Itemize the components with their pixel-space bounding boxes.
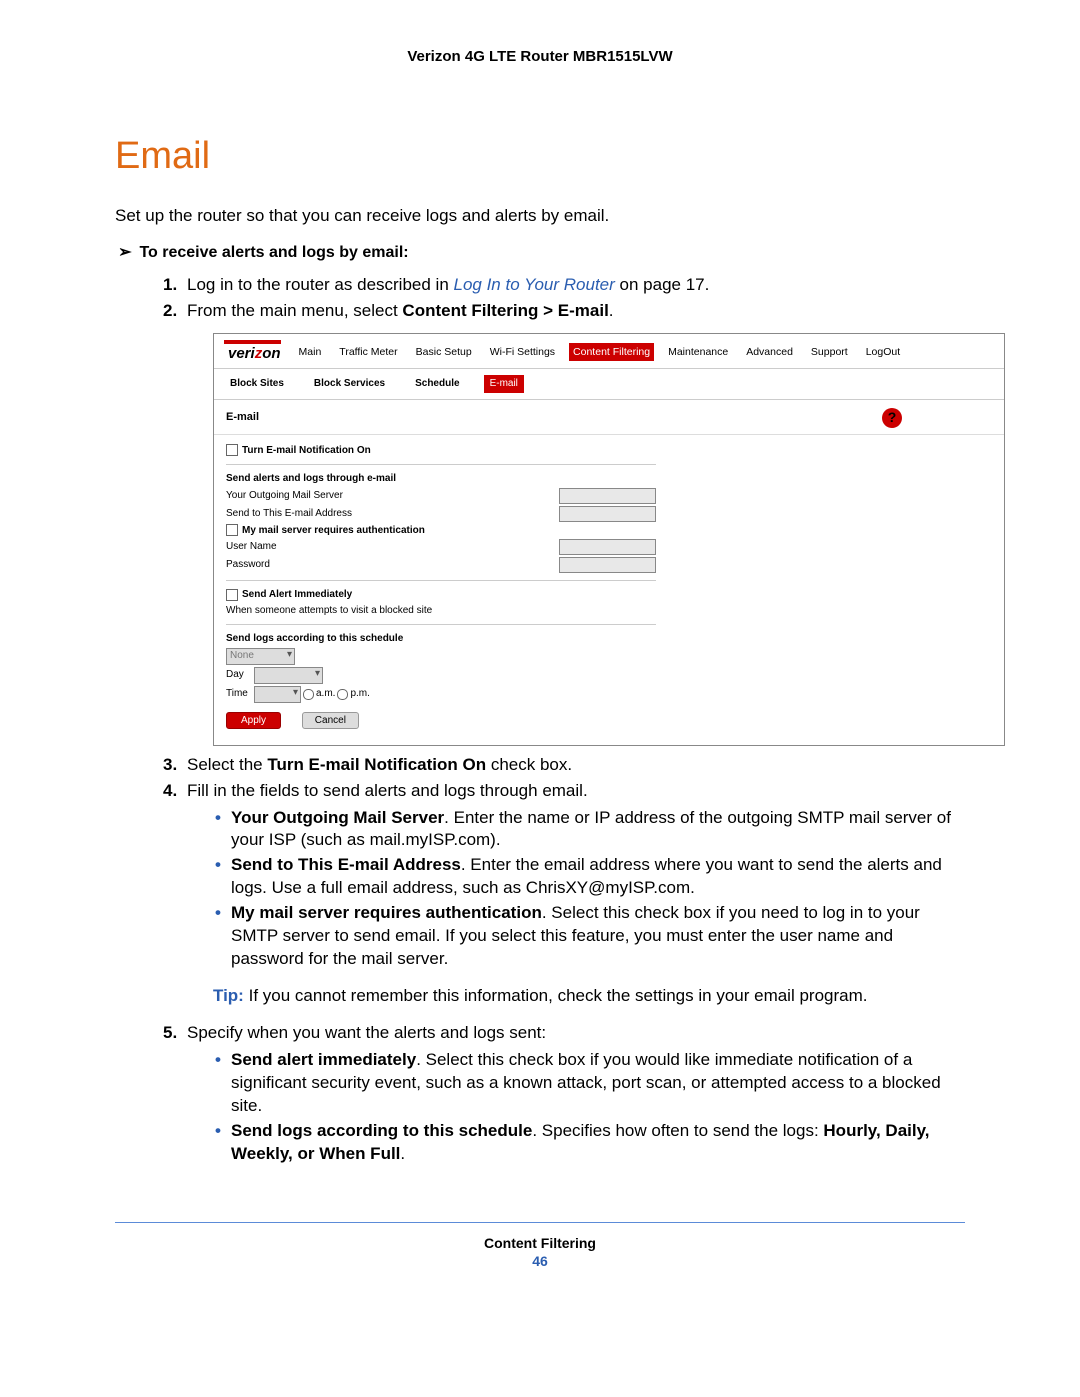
alert-desc: When someone attempts to visit a blocked…	[226, 604, 446, 618]
outgoing-server-label: Your Outgoing Mail Server	[226, 489, 446, 503]
footer-section: Content Filtering	[484, 1235, 596, 1251]
username-label: User Name	[226, 540, 446, 554]
nav-logout[interactable]: LogOut	[862, 343, 904, 361]
nav-wifi-settings[interactable]: Wi-Fi Settings	[486, 343, 559, 361]
intro-text: Set up the router so that you can receiv…	[115, 206, 965, 226]
am-radio[interactable]	[303, 689, 314, 700]
password-input[interactable]	[559, 557, 656, 573]
pm-label: p.m.	[350, 687, 369, 701]
step-4-text: Fill in the fields to send alerts and lo…	[187, 781, 588, 800]
nav-traffic-meter[interactable]: Traffic Meter	[335, 343, 401, 361]
outgoing-server-input[interactable]	[559, 488, 656, 504]
nav-maintenance[interactable]: Maintenance	[664, 343, 732, 361]
footer: Content Filtering 46	[115, 1222, 965, 1269]
page-title: Email	[115, 135, 965, 178]
send-to-input[interactable]	[559, 506, 656, 522]
time-label: Time	[226, 687, 254, 701]
send-to-label: Send to This E-mail Address	[226, 507, 446, 521]
bullet-alert-immediately: Send alert immediately. Select this chec…	[213, 1049, 965, 1118]
step-2: 2. From the main menu, select Content Fi…	[163, 300, 965, 746]
nav-basic-setup[interactable]: Basic Setup	[412, 343, 476, 361]
day-label: Day	[226, 668, 254, 682]
top-nav: Main Traffic Meter Basic Setup Wi-Fi Set…	[295, 343, 994, 361]
step-1-text-b: on page 17.	[615, 275, 710, 294]
nav-content-filtering[interactable]: Content Filtering	[569, 343, 654, 361]
auth-label: My mail server requires authentication	[242, 524, 462, 538]
nav-main[interactable]: Main	[295, 343, 326, 361]
task-heading-text: To receive alerts and logs by email:	[139, 244, 408, 261]
bullet-outgoing-server: Your Outgoing Mail Server. Enter the nam…	[213, 807, 965, 853]
nav-advanced[interactable]: Advanced	[742, 343, 797, 361]
subnav-block-sites[interactable]: Block Sites	[224, 375, 290, 393]
password-label: Password	[226, 558, 446, 572]
auth-checkbox[interactable]	[226, 524, 238, 536]
tip-label: Tip:	[213, 986, 244, 1005]
task-heading: ➢ To receive alerts and logs by email:	[115, 242, 965, 262]
turn-on-label: Turn E-mail Notification On	[242, 444, 462, 458]
turn-on-checkbox[interactable]	[226, 444, 238, 456]
step-5: 5. Specify when you want the alerts and …	[163, 1022, 965, 1166]
time-select[interactable]	[254, 686, 301, 703]
tip: Tip: If you cannot remember this informa…	[213, 985, 965, 1008]
step-1: 1. Log in to the router as described in …	[163, 274, 965, 297]
alert-immediately-checkbox[interactable]	[226, 589, 238, 601]
schedule-heading: Send logs according to this schedule	[226, 632, 446, 646]
step-2-menu-path: Content Filtering > E-mail	[402, 301, 608, 320]
step-3: 3. Select the Turn E-mail Notification O…	[163, 754, 965, 777]
sub-nav: Block Sites Block Services Schedule E-ma…	[214, 369, 1004, 400]
step-1-text-a: Log in to the router as described in	[187, 275, 454, 294]
router-screenshot: verizon Main Traffic Meter Basic Setup W…	[213, 333, 1005, 746]
panel-title: E-mail	[226, 410, 882, 425]
nav-support[interactable]: Support	[807, 343, 852, 361]
schedule-select[interactable]: None	[226, 648, 295, 665]
tip-text: If you cannot remember this information,…	[249, 986, 868, 1005]
am-label: a.m.	[316, 687, 335, 701]
step-2-text-a: From the main menu, select	[187, 301, 402, 320]
alert-immediately-label: Send Alert Immediately	[242, 588, 462, 602]
doc-header: Verizon 4G LTE Router MBR1515LVW	[115, 48, 965, 65]
subnav-schedule[interactable]: Schedule	[409, 375, 465, 393]
step-3-text-a: Select the	[187, 755, 267, 774]
bullet-send-to: Send to This E-mail Address. Enter the e…	[213, 854, 965, 900]
chevron-right-icon: ➢	[115, 242, 135, 262]
verizon-logo: verizon	[224, 340, 281, 364]
subnav-block-services[interactable]: Block Services	[308, 375, 391, 393]
step-3-option: Turn E-mail Notification On	[267, 755, 486, 774]
apply-button[interactable]: Apply	[226, 712, 281, 729]
bullet-auth: My mail server requires authentication. …	[213, 902, 965, 971]
cancel-button[interactable]: Cancel	[302, 712, 359, 729]
help-icon[interactable]: ?	[882, 408, 902, 428]
login-link[interactable]: Log In to Your Router	[454, 275, 615, 294]
pm-radio[interactable]	[337, 689, 348, 700]
subnav-email[interactable]: E-mail	[484, 375, 524, 393]
bullet-schedule: Send logs according to this schedule. Sp…	[213, 1120, 965, 1166]
page-number: 46	[115, 1253, 965, 1269]
step-4: 4. Fill in the fields to send alerts and…	[163, 780, 965, 1008]
day-select[interactable]	[254, 667, 323, 684]
step-2-text-b: .	[609, 301, 614, 320]
step-5-text: Specify when you want the alerts and log…	[187, 1023, 546, 1042]
step-3-text-b: check box.	[486, 755, 572, 774]
username-input[interactable]	[559, 539, 656, 555]
send-heading: Send alerts and logs through e-mail	[226, 472, 446, 486]
